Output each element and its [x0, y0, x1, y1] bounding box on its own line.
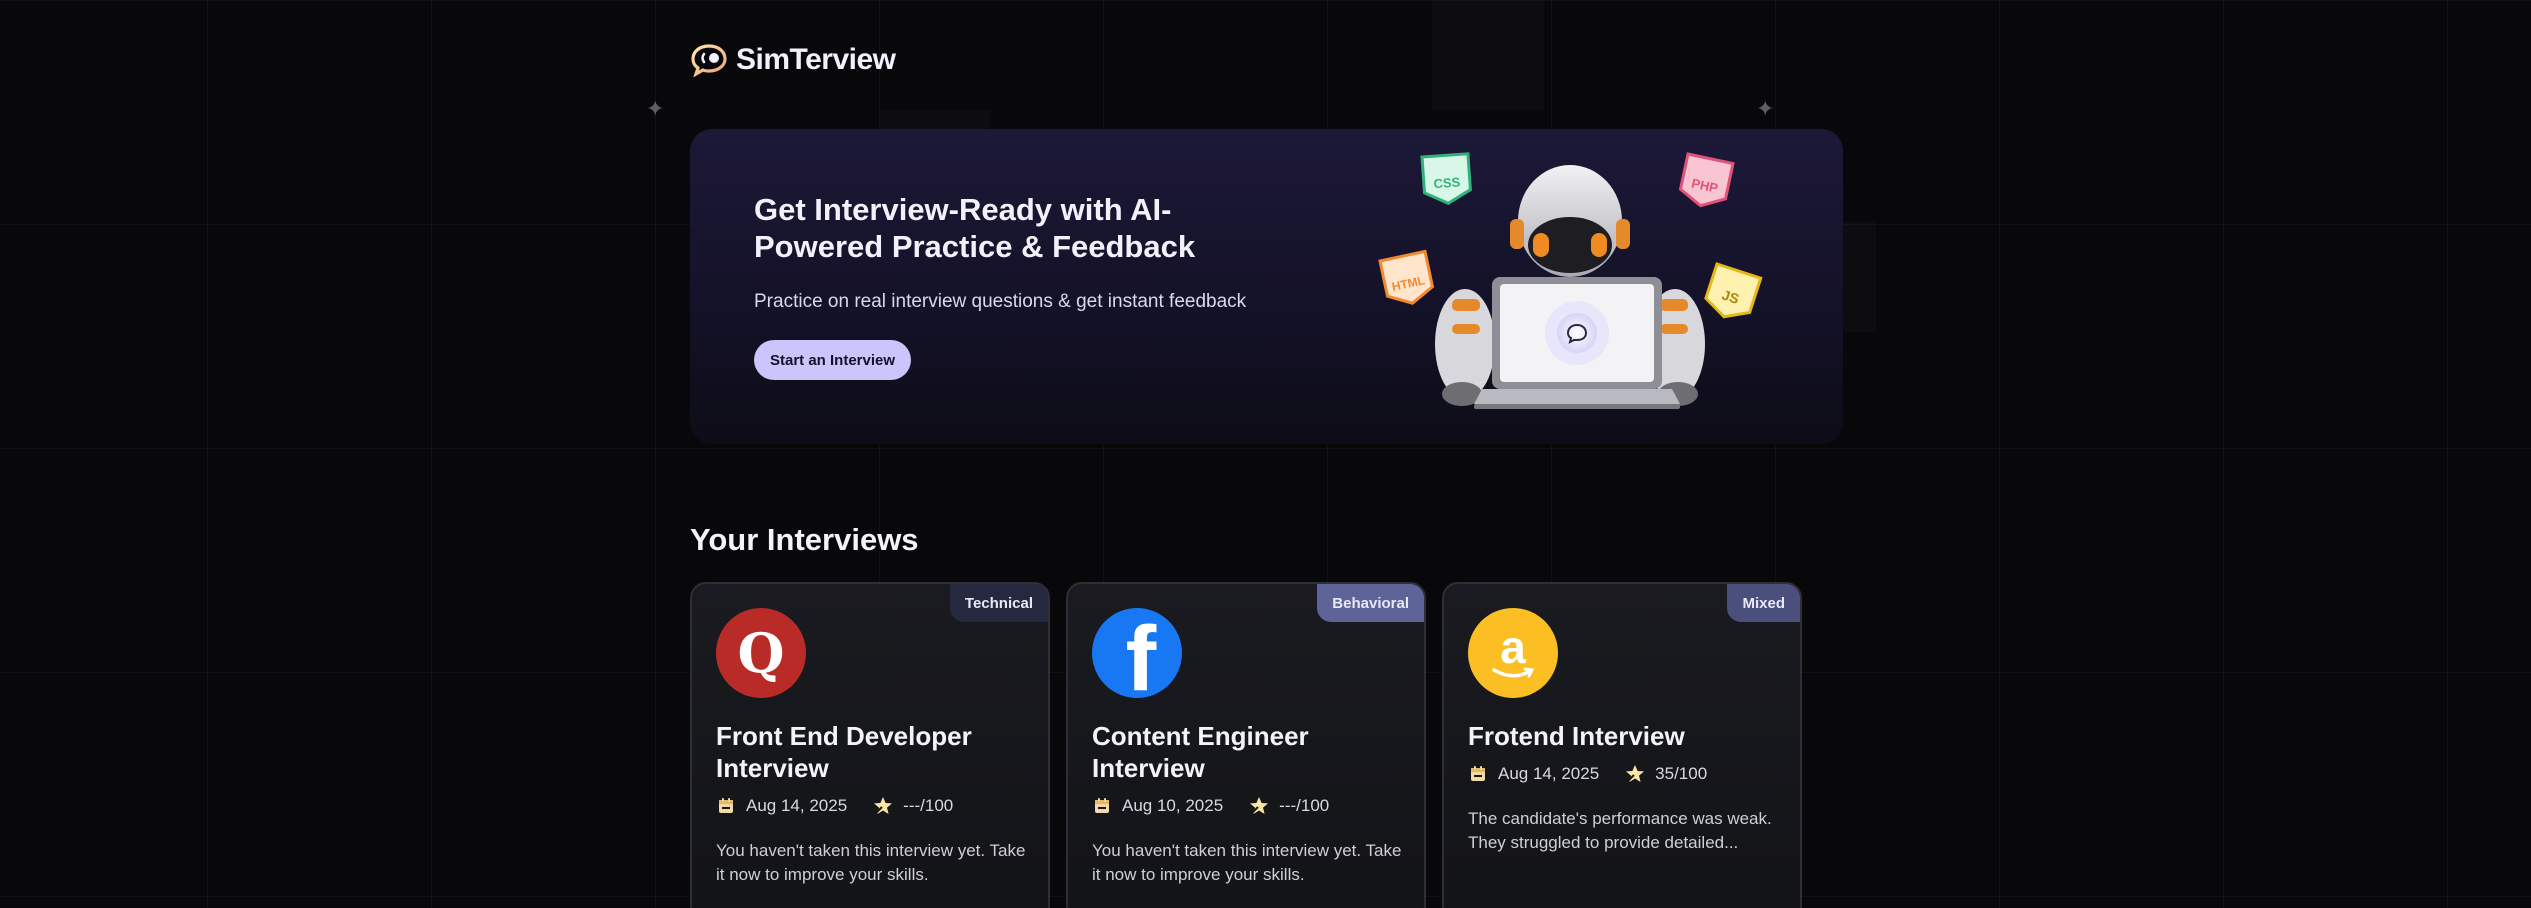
- interview-title: Frotend Interview: [1468, 721, 1685, 751]
- calendar-icon: [1471, 766, 1485, 781]
- interview-type-badge: Behavioral: [1317, 584, 1424, 622]
- interview-score-text: 35/100: [1655, 764, 1708, 783]
- calendar-icon: [1095, 798, 1109, 813]
- css-badge: CSS: [1433, 174, 1461, 191]
- interview-meta: Aug 10, 2025 ---/100: [1092, 796, 1345, 816]
- amazon-smile-icon: [1492, 667, 1535, 678]
- interview-score: ---/100: [1249, 796, 1329, 816]
- interview-date: Aug 14, 2025: [1468, 764, 1599, 784]
- robot-laptop-illustration: CSS PHP HTML JS: [1378, 152, 1763, 409]
- interviews-section-title: Your Interviews: [690, 522, 919, 557]
- quora-logo: Q: [716, 608, 806, 698]
- interview-score: 35/100: [1625, 764, 1707, 784]
- star-icon: [1250, 797, 1269, 814]
- interview-score-text: ---/100: [1279, 796, 1330, 815]
- interview-card[interactable]: Mixed a Frotend Interview Aug 14, 2025 3…: [1442, 582, 1802, 908]
- hero-subtitle: Practice on real interview questions & g…: [754, 291, 1247, 312]
- interview-card[interactable]: Technical Q Front End Developer Intervie…: [690, 582, 1050, 908]
- interview-description: The candidate's performance was weak. Th…: [1468, 809, 1772, 852]
- app-name: SimTerview: [736, 43, 896, 76]
- hero-title: Get Interview-Ready with AI-Powered Prac…: [754, 192, 1196, 264]
- quora-logo-letter: Q: [737, 621, 785, 685]
- star-icon: [1626, 765, 1645, 782]
- start-interview-button[interactable]: Start an Interview: [754, 340, 912, 380]
- interview-title: Front End Developer Interview: [716, 721, 972, 783]
- interview-date-text: Aug 14, 2025: [1498, 764, 1600, 783]
- interview-type-badge: Technical: [949, 584, 1048, 622]
- interview-date-text: Aug 10, 2025: [1122, 796, 1224, 815]
- star-icon: [874, 797, 893, 814]
- page-container: SimTerview Get Interview-Ready with AI-P…: [690, 0, 1843, 908]
- interview-description: You haven't taken this interview yet. Ta…: [716, 841, 1026, 884]
- chat-bubble-icon: [691, 44, 727, 77]
- interview-meta: Aug 14, 2025 ---/100: [716, 796, 969, 816]
- facebook-logo-letter: f: [1125, 608, 1157, 710]
- interview-date-text: Aug 14, 2025: [746, 796, 848, 815]
- interview-score: ---/100: [873, 796, 953, 816]
- interview-description: You haven't taken this interview yet. Ta…: [1092, 841, 1402, 884]
- interview-date: Aug 14, 2025: [716, 796, 847, 816]
- amazon-logo-letter: a: [1500, 621, 1526, 673]
- interview-score-text: ---/100: [903, 796, 954, 815]
- sparkle-icon: ✦: [646, 96, 665, 121]
- interview-meta: Aug 14, 2025 35/100: [1468, 764, 1723, 784]
- app-logo[interactable]: SimTerview: [690, 43, 896, 77]
- interview-type-badge: Mixed: [1727, 584, 1800, 622]
- interview-card[interactable]: Behavioral f Content Engineer Interview …: [1066, 582, 1426, 908]
- amazon-logo: a: [1468, 608, 1558, 698]
- interview-title: Content Engineer Interview: [1092, 721, 1309, 783]
- interview-date: Aug 10, 2025: [1092, 796, 1223, 816]
- facebook-logo: f: [1092, 608, 1182, 710]
- calendar-icon: [719, 798, 733, 813]
- hero-banner: Get Interview-Ready with AI-Powered Prac…: [690, 129, 1843, 444]
